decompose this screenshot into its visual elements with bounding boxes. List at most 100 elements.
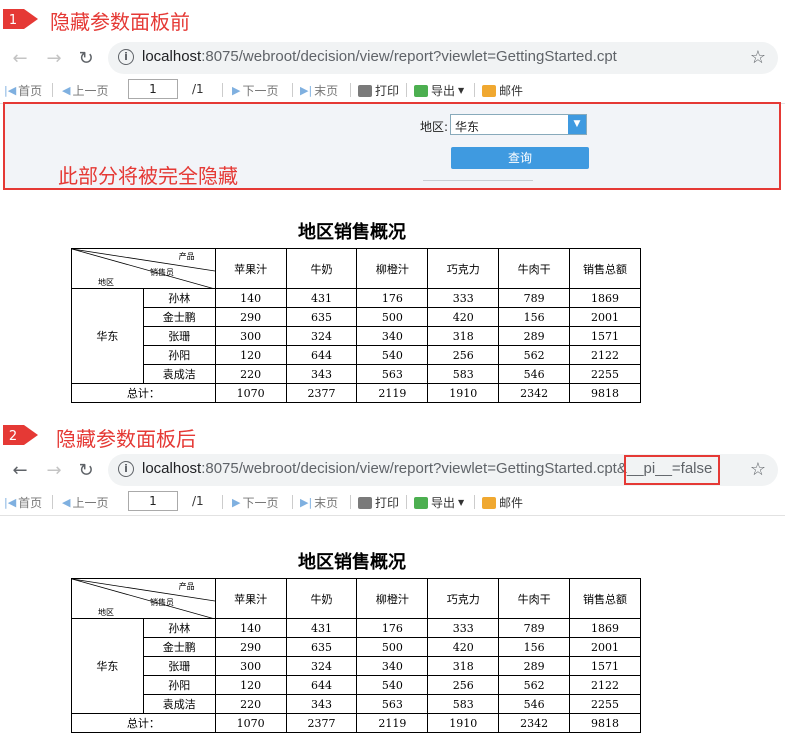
value-cell: 290 <box>214 637 287 657</box>
hidden-panel-note: 此部分将被完全隐藏 <box>58 164 238 188</box>
column-header: 柳橙汁 <box>356 578 429 619</box>
browser-address-bar: ← → ↻ i localhost:8075/webroot/decision/… <box>0 40 785 76</box>
region-cell: 华东 <box>71 618 144 714</box>
value-cell: 420 <box>427 637 500 657</box>
bookmark-star-icon[interactable]: ☆ <box>750 47 766 68</box>
column-header: 巧克力 <box>427 578 500 619</box>
prev-page-button[interactable]: ◀ 上一页 <box>62 82 108 99</box>
info-icon[interactable]: i <box>118 461 134 477</box>
salesperson-cell: 袁成洁 <box>142 364 216 384</box>
reload-icon[interactable]: ↻ <box>76 48 96 69</box>
last-page-button[interactable]: ▶| 末页 <box>300 82 338 99</box>
value-cell: 324 <box>285 326 358 346</box>
last-page-icon: ▶| <box>300 496 313 509</box>
export-button[interactable]: 导出 ▼ <box>414 82 464 99</box>
value-cell: 333 <box>427 618 500 638</box>
salesperson-cell: 张珊 <box>142 326 216 346</box>
page-number-input[interactable]: 1 <box>128 79 178 99</box>
value-cell: 1571 <box>569 656 641 676</box>
value-cell: 343 <box>285 364 358 384</box>
report-toolbar: |◀ 首页 ◀ 上一页 1 /1 ▶ 下一页 ▶| 末页 打印 导出 ▼ 邮件 <box>0 77 785 104</box>
url-path: :8075/webroot/decision/view/report?viewl… <box>201 460 617 477</box>
next-page-icon: ▶ <box>232 84 241 97</box>
salesperson-cell: 孙阳 <box>142 345 216 365</box>
value-cell: 256 <box>427 675 500 695</box>
forward-arrow-icon[interactable]: → <box>44 48 64 69</box>
salesperson-cell: 金士鹏 <box>142 307 216 327</box>
next-page-button[interactable]: ▶ 下一页 <box>232 82 278 99</box>
query-button[interactable]: 查询 <box>451 147 589 169</box>
page-total: /1 <box>192 82 204 96</box>
bookmark-star-icon[interactable]: ☆ <box>750 459 766 480</box>
value-cell: 563 <box>356 364 429 384</box>
info-icon[interactable]: i <box>118 49 134 65</box>
forward-arrow-icon[interactable]: → <box>44 460 64 481</box>
region-cell: 华东 <box>71 288 144 384</box>
email-button[interactable]: 邮件 <box>482 82 523 99</box>
chevron-down-icon: ▼ <box>458 86 465 95</box>
value-cell: 420 <box>427 307 500 327</box>
value-cell: 1869 <box>569 288 641 308</box>
value-cell: 2255 <box>569 694 641 714</box>
value-cell: 540 <box>356 675 429 695</box>
page-number-input[interactable]: 1 <box>128 491 178 511</box>
value-cell: 563 <box>356 694 429 714</box>
last-page-icon: ▶| <box>300 84 313 97</box>
value-cell: 156 <box>498 637 571 657</box>
prev-page-icon: ◀ <box>62 84 71 97</box>
back-arrow-icon[interactable]: ← <box>10 460 30 481</box>
back-arrow-icon[interactable]: ← <box>10 48 30 69</box>
total-cell: 2119 <box>356 383 429 403</box>
corner-salesperson-label: 销售员 <box>150 268 174 277</box>
first-page-button[interactable]: |◀ 首页 <box>4 82 42 99</box>
print-button[interactable]: 打印 <box>358 494 399 511</box>
region-select[interactable]: 华东 ▼ <box>450 114 587 135</box>
value-cell: 2122 <box>569 675 641 695</box>
value-cell: 562 <box>498 675 571 695</box>
value-cell: 343 <box>285 694 358 714</box>
value-cell: 300 <box>214 326 287 346</box>
corner-header-cell: 产品 销售员 地区 <box>71 248 216 289</box>
value-cell: 256 <box>427 345 500 365</box>
value-cell: 431 <box>285 618 358 638</box>
value-cell: 120 <box>214 675 287 695</box>
total-label-cell: 总计： <box>71 713 216 733</box>
value-cell: 789 <box>498 618 571 638</box>
value-cell: 220 <box>214 694 287 714</box>
value-cell: 789 <box>498 288 571 308</box>
total-cell: 9818 <box>569 383 641 403</box>
first-page-button[interactable]: |◀ 首页 <box>4 494 42 511</box>
total-cell: 1910 <box>427 713 500 733</box>
corner-region-label: 地区 <box>98 608 114 617</box>
total-cell: 2377 <box>285 713 358 733</box>
value-cell: 176 <box>356 618 429 638</box>
report-toolbar: |◀ 首页 ◀ 上一页 1 /1 ▶ 下一页 ▶| 末页 打印 导出 ▼ 邮件 <box>0 489 785 516</box>
value-cell: 289 <box>498 656 571 676</box>
value-cell: 635 <box>285 637 358 657</box>
value-cell: 340 <box>356 656 429 676</box>
email-button[interactable]: 邮件 <box>482 494 523 511</box>
next-page-button[interactable]: ▶ 下一页 <box>232 494 278 511</box>
reload-icon[interactable]: ↻ <box>76 460 96 481</box>
value-cell: 140 <box>214 618 287 638</box>
prev-page-button[interactable]: ◀ 上一页 <box>62 494 108 511</box>
url-path: :8075/webroot/decision/view/report?viewl… <box>201 48 617 65</box>
total-label-cell: 总计： <box>71 383 216 403</box>
total-cell: 1910 <box>427 383 500 403</box>
mail-icon <box>482 84 496 97</box>
value-cell: 140 <box>214 288 287 308</box>
page-total: /1 <box>192 494 204 508</box>
value-cell: 289 <box>498 326 571 346</box>
url-param-highlight <box>624 455 720 485</box>
dropdown-arrow-icon[interactable]: ▼ <box>568 115 586 134</box>
export-button[interactable]: 导出 ▼ <box>414 494 464 511</box>
url-field[interactable]: i localhost:8075/webroot/decision/view/r… <box>108 42 778 74</box>
report-title: 地区销售概况 <box>298 552 406 573</box>
value-cell: 431 <box>285 288 358 308</box>
value-cell: 2001 <box>569 307 641 327</box>
collapse-panel-handle[interactable] <box>423 180 533 189</box>
corner-region-label: 地区 <box>98 278 114 287</box>
salesperson-cell: 张珊 <box>142 656 216 676</box>
last-page-button[interactable]: ▶| 末页 <box>300 494 338 511</box>
print-button[interactable]: 打印 <box>358 82 399 99</box>
